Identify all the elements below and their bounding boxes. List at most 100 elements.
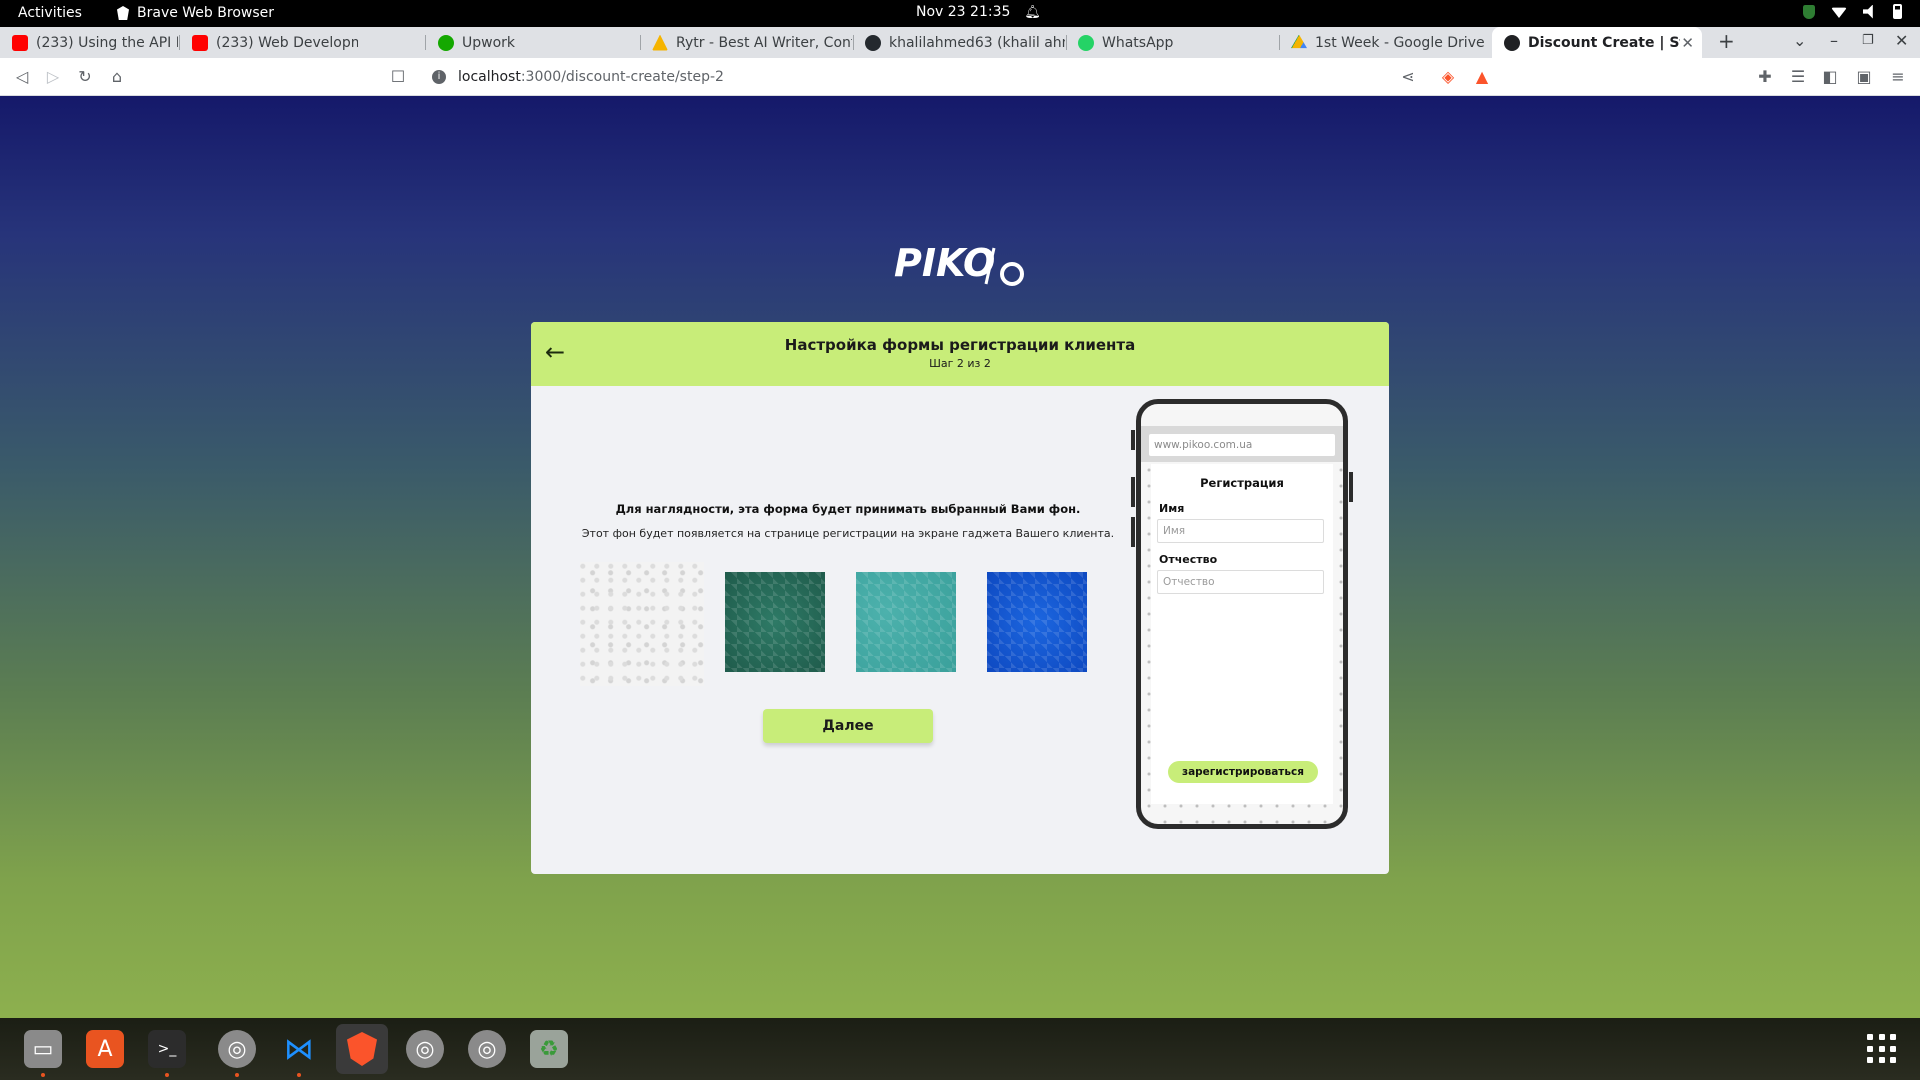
card-header: ← Настройка формы регистрации клиента Ша…	[531, 322, 1389, 386]
disk-icon[interactable]: ◎	[406, 1030, 444, 1068]
extensions-icon[interactable]: ✚	[1755, 67, 1775, 87]
home-icon[interactable]: ⌂	[107, 67, 127, 87]
tab-whatsapp[interactable]: WhatsApp	[1066, 27, 1278, 58]
reload-icon[interactable]: ↻	[75, 67, 95, 87]
close-window-icon[interactable]: ✕	[1895, 31, 1908, 50]
brave-icon	[117, 6, 129, 20]
app-menu[interactable]: Brave Web Browser	[117, 5, 274, 21]
back-icon[interactable]: ◁	[12, 67, 32, 87]
system-top-bar: Activities Brave Web Browser Nov 23 21:3…	[0, 0, 1920, 27]
hint-bold: Для наглядности, эта форма будет принима…	[615, 502, 1081, 516]
new-tab-button[interactable]: +	[1718, 29, 1735, 53]
upwork-icon	[438, 34, 454, 51]
tab-google-drive[interactable]: 1st Week - Google Drive	[1279, 27, 1491, 58]
first-name-label: Имя	[1159, 502, 1185, 515]
restore-icon[interactable]: ❐	[1862, 33, 1874, 48]
bell-icon: 🔔︎	[1024, 4, 1041, 20]
tab-label: 1st Week - Google Drive	[1315, 34, 1485, 51]
tab-label: Rytr - Best AI Writer, Cont	[676, 34, 852, 51]
phone-side-button	[1349, 472, 1353, 502]
brave-rewards-icon[interactable]: ▲	[1472, 67, 1492, 87]
phone-browser-bar: www.pikoo.com.ua	[1141, 426, 1343, 462]
tab-github[interactable]: khalilahmed63 (khalil ahm	[853, 27, 1065, 58]
google-drive-icon	[1291, 34, 1307, 49]
address-bar[interactable]: i localhost:3000/discount-create/step-2	[420, 63, 1430, 91]
background-option-dark-green[interactable]	[725, 572, 825, 672]
youtube-icon	[192, 34, 208, 51]
files-icon[interactable]: ▭	[24, 1030, 62, 1068]
url-text: localhost:3000/discount-create/step-2	[458, 69, 724, 85]
background-option-teal[interactable]	[856, 572, 956, 672]
menu-icon[interactable]: ≡	[1888, 67, 1908, 87]
brave-icon[interactable]	[336, 1024, 388, 1074]
phone-side-button	[1131, 517, 1135, 547]
browser-toolbar: ◁ ▷ ↻ ⌂ ☐ i localhost:3000/discount-crea…	[0, 58, 1920, 96]
background-option-blue[interactable]	[987, 572, 1087, 672]
wifi-icon	[1831, 7, 1847, 18]
minimize-icon[interactable]: –	[1830, 31, 1838, 50]
phone-preview: www.pikoo.com.ua Регистрация Имя Имя Отч…	[1136, 399, 1348, 829]
close-tab-icon[interactable]: ✕	[1681, 34, 1694, 52]
tab-label: (233) Using the API Endpo	[36, 34, 178, 51]
tab-list-icon[interactable]: ⌄	[1793, 31, 1806, 50]
phone-registration-form: Регистрация Имя Имя Отчество Отчество за…	[1151, 464, 1333, 804]
tab-youtube-api[interactable]: (233) Using the API Endpo	[0, 27, 178, 58]
pikoo-icon	[1504, 34, 1520, 51]
tab-upwork[interactable]: Upwork	[426, 27, 644, 58]
patronymic-label: Отчество	[1159, 553, 1218, 566]
step-indicator: Шаг 2 из 2	[929, 357, 991, 370]
brave-shields-icon[interactable]: ◈	[1438, 67, 1458, 87]
vscode-icon[interactable]: ⋈	[280, 1030, 318, 1068]
pikoo-logo: PIKO	[894, 238, 1028, 288]
tab-youtube-webdev[interactable]: (233) Web Development T	[180, 27, 358, 58]
tab-label: Upwork	[462, 34, 516, 51]
first-name-field: Имя	[1157, 519, 1324, 543]
trash-icon[interactable]: ♻	[530, 1030, 568, 1068]
software-store-icon[interactable]: A	[86, 1030, 124, 1068]
terminal-icon[interactable]: >_	[148, 1030, 186, 1068]
disk-icon[interactable]: ◎	[468, 1030, 506, 1068]
tab-label: Discount Create | Step	[1528, 34, 1680, 51]
activities-button[interactable]: Activities	[18, 5, 82, 21]
rytr-icon	[652, 34, 668, 51]
phone-side-button	[1131, 477, 1135, 507]
volume-icon	[1863, 4, 1873, 19]
disk-icon[interactable]: ◎	[218, 1030, 256, 1068]
svg-text:PIKO: PIKO	[894, 241, 995, 285]
tab-label: WhatsApp	[1102, 34, 1174, 51]
phone-side-button	[1131, 430, 1135, 450]
youtube-icon	[12, 34, 28, 51]
hint-text: Этот фон будет появляется на странице ре…	[581, 527, 1115, 540]
patronymic-field: Отчество	[1157, 570, 1324, 594]
tab-strip: (233) Using the API Endpo (233) Web Deve…	[0, 27, 1920, 58]
background-option-light[interactable]	[580, 562, 704, 686]
playlist-icon[interactable]: ☰	[1788, 67, 1808, 87]
tab-label: khalilahmed63 (khalil ahm	[889, 34, 1065, 51]
pikoo-logo-icon: PIKO	[894, 241, 1024, 286]
github-icon	[865, 34, 881, 51]
battery-icon	[1893, 4, 1902, 19]
whatsapp-icon	[1078, 34, 1094, 51]
system-tray[interactable]	[1803, 4, 1902, 19]
clock[interactable]: Nov 23 21:35 🔔︎	[916, 4, 1041, 20]
show-apps-icon[interactable]	[1867, 1034, 1897, 1064]
app-name-label: Brave Web Browser	[137, 5, 274, 21]
wallet-icon[interactable]: ▣	[1854, 67, 1874, 87]
tab-label: (233) Web Development T	[216, 34, 358, 51]
bookmark-icon[interactable]: ☐	[388, 67, 408, 87]
next-button[interactable]: Далее	[763, 709, 933, 743]
phone-url: www.pikoo.com.ua	[1149, 434, 1335, 456]
site-info-icon[interactable]: i	[432, 70, 446, 84]
dock: ▭ A >_ ◎ ⋈ ◎ ◎ ♻	[0, 1018, 1920, 1080]
shield-icon	[1803, 4, 1815, 19]
card-title: Настройка формы регистрации клиента	[784, 336, 1136, 354]
sidebar-icon[interactable]: ◧	[1820, 67, 1840, 87]
registration-form-card: ← Настройка формы регистрации клиента Ша…	[531, 322, 1389, 874]
share-icon[interactable]: ⋖	[1398, 67, 1418, 87]
form-title: Регистрация	[1200, 476, 1284, 490]
clock-label: Nov 23 21:35	[916, 4, 1011, 20]
page-background: PIKO ← Настройка формы регистрации клиен…	[0, 96, 1920, 1018]
forward-icon[interactable]: ▷	[43, 67, 63, 87]
tab-rytr[interactable]: Rytr - Best AI Writer, Cont	[640, 27, 852, 58]
tab-discount-create[interactable]: Discount Create | Step ✕	[1492, 27, 1702, 58]
